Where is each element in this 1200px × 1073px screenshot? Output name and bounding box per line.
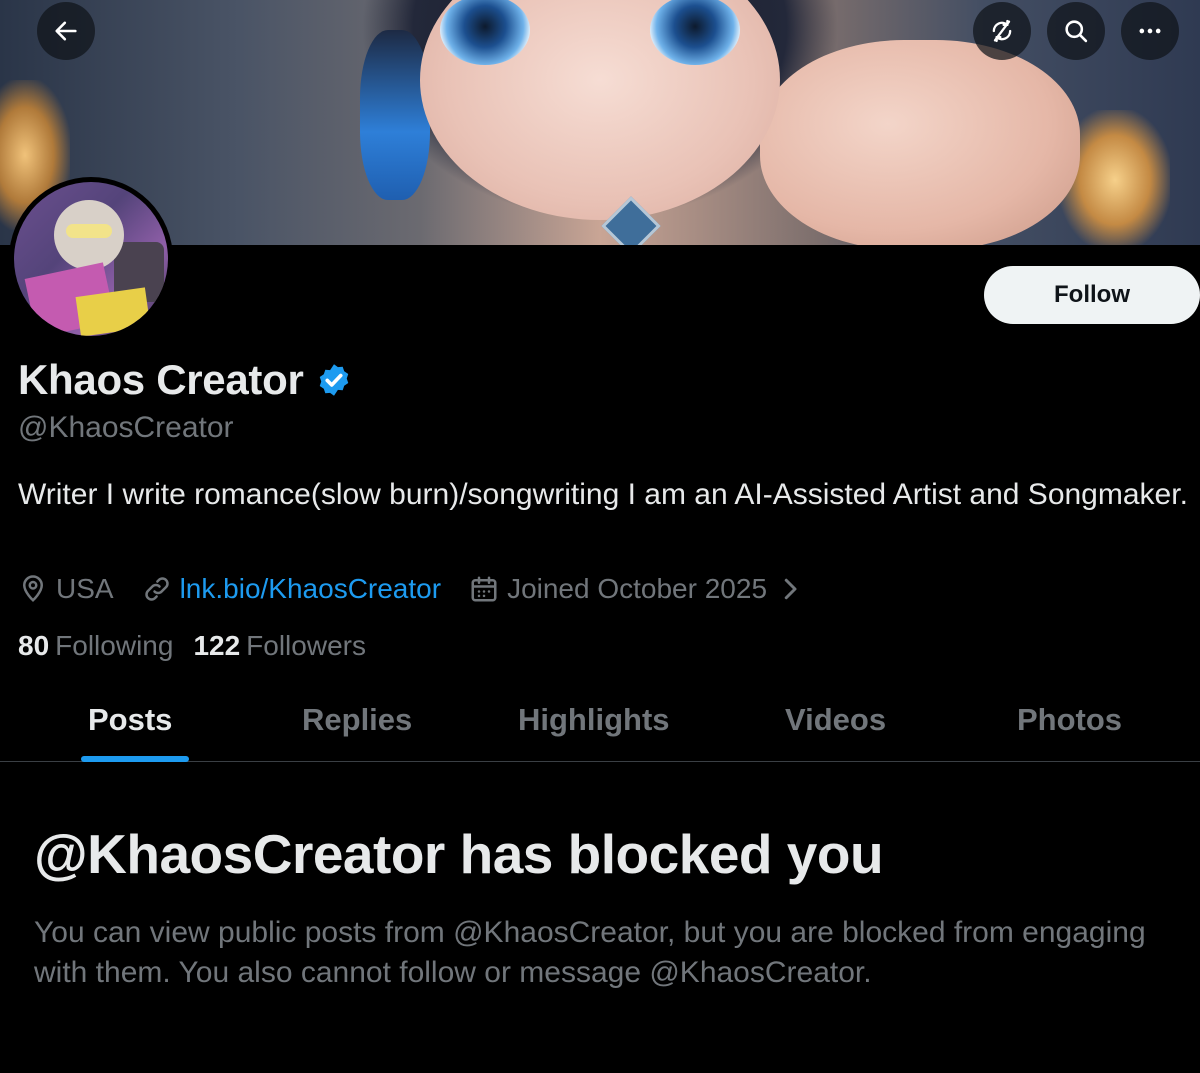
tab-posts[interactable]: Posts [88, 702, 172, 738]
refresh-slash-icon [992, 19, 1012, 43]
avatar-image [14, 182, 168, 336]
profile-tabs: Posts Replies Highlights Videos Photos [0, 680, 1200, 762]
avatar-shape [66, 224, 112, 238]
follow-stats: 80 Following 122 Followers [18, 630, 386, 662]
avatar[interactable] [9, 177, 173, 341]
more-button[interactable] [1121, 2, 1179, 60]
handle: @KhaosCreator [18, 411, 234, 444]
tab-videos[interactable]: Videos [785, 702, 886, 738]
following-stat[interactable]: 80 Following [18, 630, 173, 662]
profile-page: Follow Khaos Creator @KhaosCreator Write… [0, 0, 1200, 1073]
website-link[interactable]: lnk.bio/KhaosCreator [180, 573, 441, 605]
link-icon [144, 577, 169, 601]
banner-blue-hair [360, 30, 430, 200]
location-pin-icon [22, 575, 44, 602]
avatar-shape [75, 287, 151, 336]
back-button[interactable] [37, 2, 95, 60]
tab-highlights[interactable]: Highlights [518, 702, 670, 738]
blocked-description: You can view public posts from @KhaosCre… [34, 916, 1146, 989]
tab-replies[interactable]: Replies [302, 702, 412, 738]
following-count: 80 [18, 630, 50, 661]
chevron-right-icon [784, 578, 797, 600]
search-button[interactable] [1047, 2, 1105, 60]
follow-button[interactable]: Follow [984, 266, 1200, 324]
blocked-title: @KhaosCreator has blocked you [34, 823, 884, 885]
profile-meta: USA lnk.bio/KhaosCreator Joined October … [18, 570, 841, 608]
display-name: Khaos Creator [18, 356, 304, 403]
website-item[interactable]: lnk.bio/KhaosCreator [142, 573, 441, 605]
followers-stat[interactable]: 122 Followers [193, 630, 366, 662]
arrow-left-icon [55, 21, 77, 41]
banner-shoulder [760, 40, 1080, 245]
more-horizontal-icon [1139, 28, 1161, 34]
active-tab-indicator [81, 756, 189, 762]
verified-badge-icon[interactable] [316, 362, 352, 398]
location-item: USA [18, 573, 114, 605]
following-label: Following [55, 630, 174, 661]
joined-item[interactable]: Joined October 2025 [469, 573, 813, 605]
followers-count: 122 [193, 630, 241, 661]
sync-button[interactable] [973, 2, 1031, 60]
search-icon [1065, 20, 1088, 43]
name-row: Khaos Creator [18, 356, 352, 404]
joined-text: Joined October 2025 [507, 573, 768, 604]
bio: Writer I write romance(slow burn)/songwr… [18, 478, 1188, 511]
calendar-icon [471, 576, 497, 602]
followers-label: Followers [246, 630, 366, 661]
tab-photos[interactable]: Photos [1017, 702, 1122, 738]
location-text: USA [56, 573, 114, 604]
